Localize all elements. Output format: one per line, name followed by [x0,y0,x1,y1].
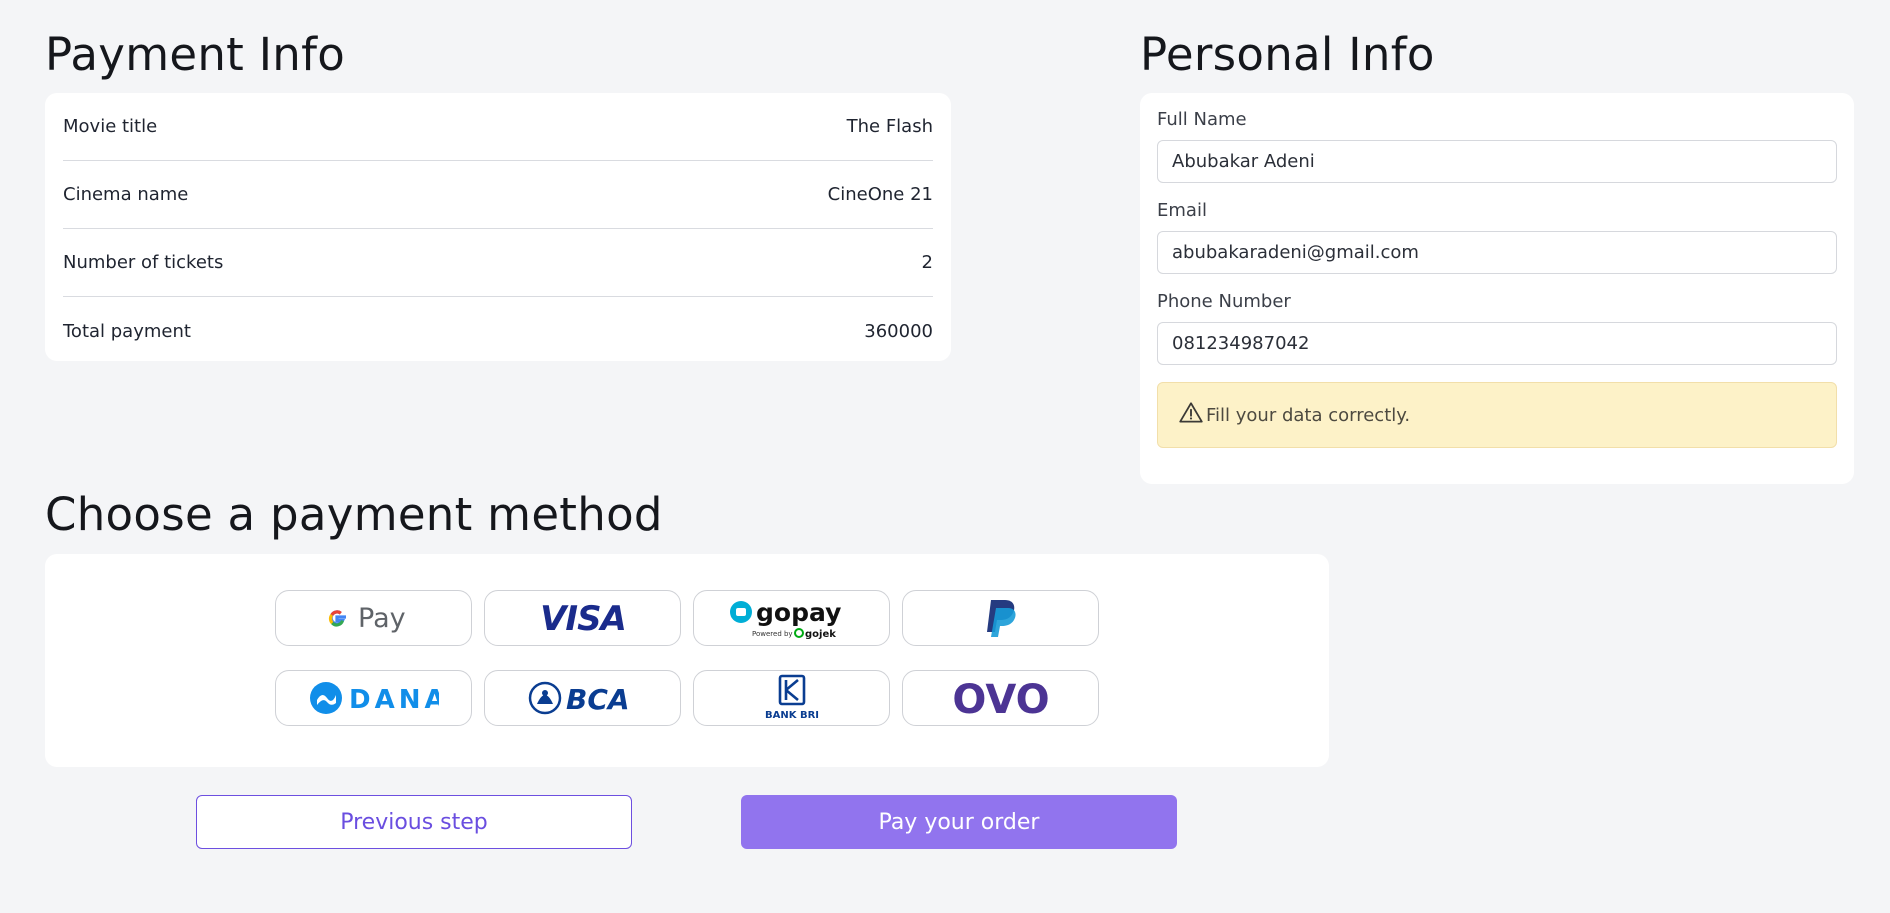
svg-text:DANA: DANA [349,685,439,715]
full-name-label: Full Name [1157,109,1247,130]
payment-method-gpay[interactable]: Pay [275,590,472,646]
svg-text:gopay: gopay [756,598,841,627]
warning-triangle-icon [1178,400,1206,431]
payment-method-dana[interactable]: DANA [275,670,472,726]
info-row-movie-title: Movie title The Flash [63,93,933,161]
info-value: 2 [921,252,933,273]
info-value: CineOne 21 [827,184,933,205]
svg-text:Pay: Pay [358,603,406,634]
svg-text:BANK BRI: BANK BRI [764,710,818,721]
email-label: Email [1157,200,1207,221]
pay-order-button[interactable]: Pay your order [741,795,1177,849]
bank-bri-logo: BANK BRI [764,674,819,721]
payment-method-bri[interactable]: BANK BRI [693,670,890,726]
svg-text:VISA: VISA [540,599,626,638]
info-label: Total payment [63,320,191,342]
payment-method-visa[interactable]: VISA [484,590,681,646]
payment-method-gopay[interactable]: gopay Powered by gojek [693,590,890,646]
info-value: 360000 [864,320,933,342]
svg-text:Powered by: Powered by [752,630,793,638]
personal-info-title: Personal Info [1140,28,1435,81]
info-label: Cinema name [63,184,189,205]
full-name-input[interactable] [1157,140,1837,183]
svg-text:gojek: gojek [805,629,836,640]
personal-info-card: Full Name Email Phone Number Fill your d… [1140,93,1854,484]
payment-page: Payment Info Movie title The Flash Cinem… [0,0,1890,913]
payment-info-card: Movie title The Flash Cinema name CineOn… [45,93,951,361]
payment-method-grid: Pay VISA gopay Powered by gojek DANA BCA… [275,590,1099,726]
payment-method-title: Choose a payment method [45,488,663,541]
google-pay-logo: Pay [328,603,406,634]
data-warning-alert: Fill your data correctly. [1157,382,1837,448]
phone-label: Phone Number [1157,291,1291,312]
paypal-logo [986,600,1016,637]
previous-step-button[interactable]: Previous step [196,795,632,849]
svg-text:BCA: BCA [566,683,630,716]
info-row-ticket-count: Number of tickets 2 [63,229,933,297]
gopay-logo: gopay Powered by gojek [729,598,841,640]
payment-method-paypal[interactable] [902,590,1099,646]
payment-methods-card: Pay VISA gopay Powered by gojek DANA BCA… [45,554,1329,767]
payment-info-title: Payment Info [45,28,346,81]
payment-method-ovo[interactable]: OVO [902,670,1099,726]
dana-logo: DANA [309,682,439,715]
phone-input[interactable] [1157,322,1837,365]
info-row-cinema-name: Cinema name CineOne 21 [63,161,933,229]
visa-logo: VISA [540,599,627,638]
info-label: Movie title [63,116,158,137]
email-input[interactable] [1157,231,1837,274]
info-label: Number of tickets [63,252,224,273]
alert-text: Fill your data correctly. [1206,404,1411,426]
info-row-total-payment: Total payment 360000 [63,297,933,365]
info-value: The Flash [846,116,933,137]
bca-logo: BCA [528,681,630,716]
payment-method-bca[interactable]: BCA [484,670,681,726]
ovo-logo: OVO [952,677,1049,720]
svg-text:OVO: OVO [952,677,1049,720]
